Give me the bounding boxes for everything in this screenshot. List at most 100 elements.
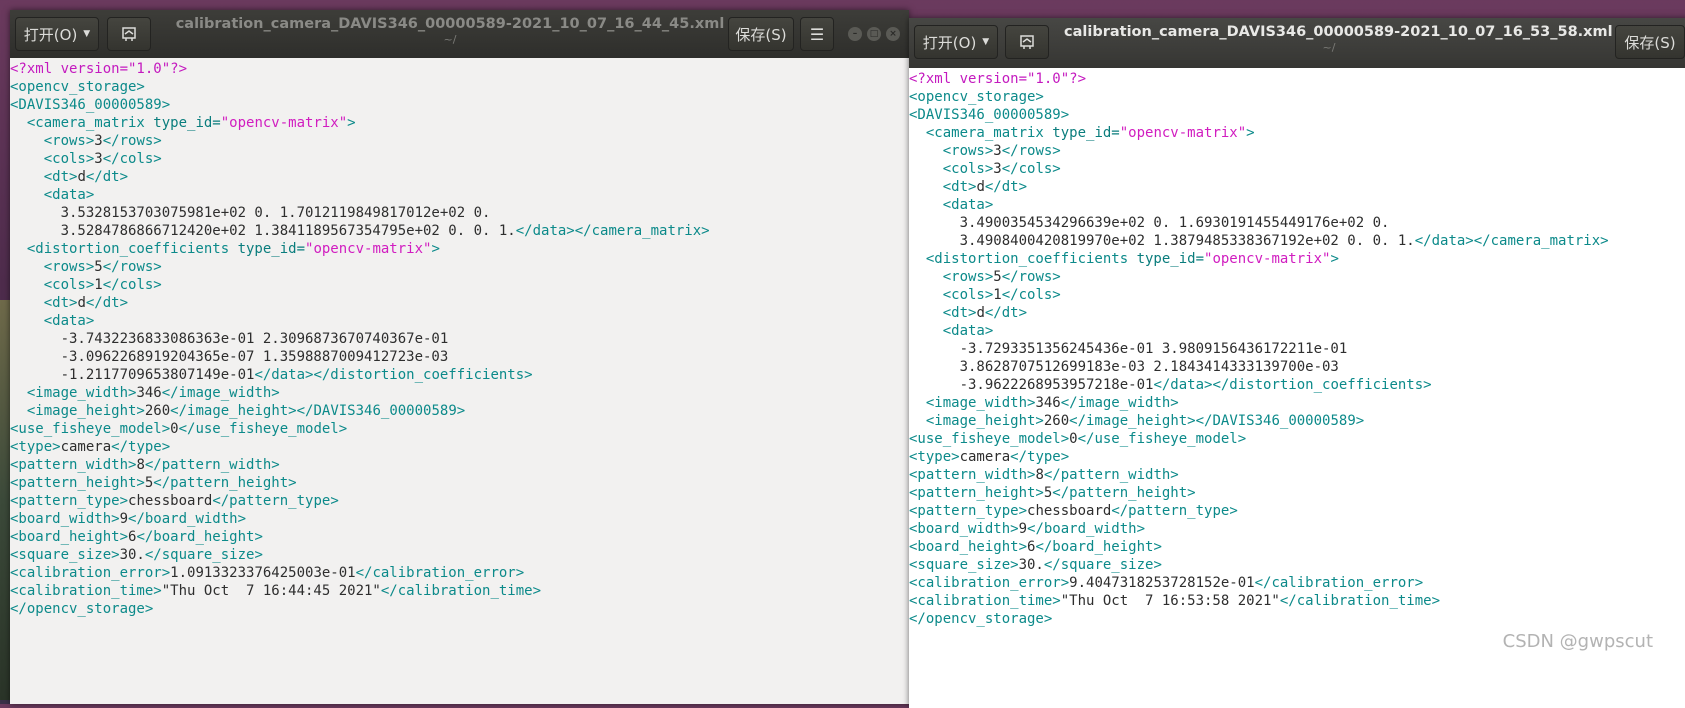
code-token-tag: <calibration_error> bbox=[10, 565, 171, 581]
code-token-tag: <DAVIS346_00000589> bbox=[10, 97, 171, 113]
code-line: <data> bbox=[909, 196, 1685, 214]
code-token-tag: </cols> bbox=[1001, 161, 1061, 177]
code-token-tag: <distortion_coefficients bbox=[26, 241, 238, 257]
code-token-tag: > bbox=[347, 115, 356, 131]
code-token-tag: > bbox=[1330, 251, 1339, 267]
code-line: </opencv_storage> bbox=[909, 610, 1685, 628]
code-line: -3.7432236833086363e-01 2.30968736707403… bbox=[10, 330, 909, 348]
code-line: <board_height>6</board_height> bbox=[909, 538, 1685, 556]
code-token-tag: </square_size> bbox=[144, 547, 263, 563]
open-button-label: 打开(O) bbox=[922, 33, 977, 52]
code-token-txt: 8 bbox=[1035, 467, 1044, 483]
code-token-tag: <camera_matrix bbox=[26, 115, 154, 131]
code-line: <pattern_type>chessboard</pattern_type> bbox=[909, 502, 1685, 520]
code-token-txt: camera bbox=[959, 449, 1011, 465]
code-token-tag: <rows> bbox=[43, 259, 95, 275]
close-button[interactable]: × bbox=[886, 27, 900, 41]
code-token-str: "opencv-matrix" bbox=[305, 241, 432, 257]
new-document-icon bbox=[1020, 35, 1034, 49]
code-token-tag: </data></camera_matrix> bbox=[1414, 233, 1609, 249]
code-token-tag: </calibration_time> bbox=[380, 583, 542, 599]
code-line: <cols>3</cols> bbox=[909, 160, 1685, 178]
code-token-tag: </pattern_width> bbox=[1043, 467, 1179, 483]
code-token-tag: </board_height> bbox=[136, 529, 263, 545]
code-token-tag: <pattern_height> bbox=[909, 485, 1044, 501]
open-button-label: 打开(O) bbox=[23, 25, 78, 44]
code-token-tag: </dt> bbox=[85, 295, 129, 311]
new-document-button[interactable] bbox=[107, 17, 151, 51]
code-token-txt: 0 bbox=[170, 421, 179, 437]
code-token-txt: 1 bbox=[94, 277, 103, 293]
hamburger-menu-button[interactable]: ☰ bbox=[800, 17, 834, 51]
editor-window-1: 打开(O) ▼ calibration_camera_DAVIS346_0000… bbox=[10, 10, 909, 704]
code-token-tag: </image_height></DAVIS346_00000589> bbox=[1069, 413, 1365, 429]
code-line: 3.5328153703075981e+02 0. 1.701211984981… bbox=[10, 204, 909, 222]
text-editor-area[interactable]: <?xml version="1.0"?> <opencv_storage> <DA… bbox=[909, 70, 1685, 708]
code-token-tag: </opencv_storage> bbox=[10, 601, 154, 617]
code-token-tag: <use_fisheye_model> bbox=[909, 431, 1070, 447]
code-token-tag: </type> bbox=[1010, 449, 1070, 465]
code-line: <opencv_storage> bbox=[10, 78, 909, 96]
code-line: <type>camera</type> bbox=[10, 438, 909, 456]
code-token-str: "opencv-matrix" bbox=[220, 115, 348, 131]
code-token-tag: <distortion_coefficients bbox=[925, 251, 1137, 267]
open-button[interactable]: 打开(O) ▼ bbox=[15, 17, 99, 51]
code-token-tag: <cols> bbox=[43, 151, 95, 167]
window-subtitle: ~/ bbox=[443, 33, 457, 46]
save-button[interactable]: 保存(S) bbox=[1615, 25, 1685, 59]
code-line: <distortion_coefficients type_id="opencv… bbox=[10, 240, 909, 258]
code-token-txt: 3 bbox=[94, 133, 103, 149]
code-line: <calibration_error>1.0913323376425003e-0… bbox=[10, 564, 909, 582]
open-button[interactable]: 打开(O) ▼ bbox=[914, 25, 998, 59]
code-token-tag: </image_height></DAVIS346_00000589> bbox=[170, 403, 466, 419]
code-token-tag: <dt> bbox=[43, 295, 78, 311]
code-token-pi: <?xml version="1.0"?> bbox=[909, 71, 1087, 87]
code-line: <board_height>6</board_height> bbox=[10, 528, 909, 546]
code-line: <dt>d</dt> bbox=[909, 178, 1685, 196]
code-token-txt: 3.4908400420819970e+02 1.387948533836719… bbox=[909, 233, 1415, 249]
code-token-attr: type_id= bbox=[1052, 125, 1120, 141]
chevron-down-icon: ▼ bbox=[982, 37, 990, 47]
code-token-tag: <rows> bbox=[942, 269, 994, 285]
code-line: -3.7293351356245436e-01 3.98091564361722… bbox=[909, 340, 1685, 358]
code-token-tag: <camera_matrix bbox=[925, 125, 1053, 141]
code-line: <cols>3</cols> bbox=[10, 150, 909, 168]
code-token-txt: 1.0913323376425003e-01 bbox=[170, 565, 356, 581]
code-token-txt: 5 bbox=[993, 269, 1002, 285]
save-button-label: 保存(S) bbox=[1624, 33, 1676, 52]
code-token-txt: d bbox=[976, 305, 985, 321]
code-token-tag: <pattern_type> bbox=[10, 493, 129, 509]
new-document-button[interactable] bbox=[1005, 25, 1049, 59]
code-token-tag: </rows> bbox=[1001, 269, 1061, 285]
code-token-tag: </pattern_height> bbox=[153, 475, 297, 491]
code-token-tag: </dt> bbox=[984, 305, 1028, 321]
save-button[interactable]: 保存(S) bbox=[728, 17, 794, 51]
code-token-tag: </pattern_type> bbox=[212, 493, 339, 509]
code-token-tag: <dt> bbox=[942, 305, 977, 321]
code-token-tag: </use_fisheye_model> bbox=[1077, 431, 1247, 447]
code-token-txt: "Thu Oct 7 16:53:58 2021" bbox=[1060, 593, 1280, 609]
code-line: <pattern_height>5</pattern_height> bbox=[909, 484, 1685, 502]
code-token-tag: </rows> bbox=[102, 133, 162, 149]
code-token-tag: <data> bbox=[942, 197, 994, 213]
code-token-tag: <data> bbox=[942, 323, 994, 339]
code-token-tag: </square_size> bbox=[1043, 557, 1162, 573]
code-token-tag: <cols> bbox=[942, 161, 994, 177]
window-title: calibration_camera_DAVIS346_00000589-202… bbox=[1064, 24, 1613, 40]
code-line: <use_fisheye_model>0</use_fisheye_model> bbox=[909, 430, 1685, 448]
code-line: 3.5284786866712420e+02 1.384118956735479… bbox=[10, 222, 909, 240]
code-token-tag: <board_height> bbox=[909, 539, 1028, 555]
minimize-button[interactable]: – bbox=[848, 27, 862, 41]
code-token-tag: <opencv_storage> bbox=[10, 79, 145, 95]
maximize-button[interactable]: □ bbox=[867, 27, 881, 41]
code-token-txt: 0 bbox=[1069, 431, 1078, 447]
code-line: <data> bbox=[909, 322, 1685, 340]
code-token-txt: 8 bbox=[136, 457, 145, 473]
code-token-tag: <pattern_type> bbox=[909, 503, 1028, 519]
code-token-attr: type_id= bbox=[1136, 251, 1205, 267]
code-line: -1.2117709653807149e-01</data></distorti… bbox=[10, 366, 909, 384]
text-editor-area[interactable]: <?xml version="1.0"?> <opencv_storage> <DA… bbox=[10, 60, 909, 704]
code-line: <distortion_coefficients type_id="opencv… bbox=[909, 250, 1685, 268]
